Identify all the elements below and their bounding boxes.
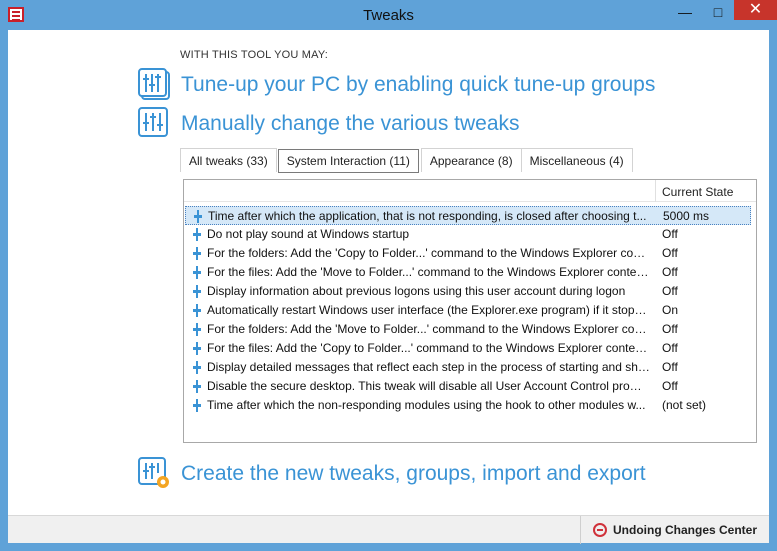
table-row[interactable]: For the folders: Add the 'Copy to Folder… [185, 244, 751, 263]
tweak-state: On [662, 303, 679, 317]
table-row[interactable]: Time after which the application, that i… [185, 206, 751, 225]
tweak-icon [193, 380, 202, 393]
tweak-state: (not set) [662, 398, 707, 412]
tuneup-groups-icon [138, 68, 171, 101]
table-row[interactable]: Do not play sound at Windows startup Off [185, 225, 751, 244]
list-header: Current State [184, 180, 756, 202]
tweak-name: Display information about previous logon… [207, 284, 626, 298]
table-row[interactable]: Automatically restart Windows user inter… [185, 301, 751, 320]
tweaks-window: Tweaks — □ ✕ WITH THIS TOOL YOU MAY: Tun… [0, 0, 777, 551]
tweak-state: Off [662, 322, 678, 336]
table-row[interactable]: Display detailed messages that reflect e… [185, 358, 751, 377]
create-tweaks-label[interactable]: Create the new tweaks, groups, import an… [181, 462, 646, 486]
undoing-changes-center-label: Undoing Changes Center [613, 523, 758, 537]
tab-appearance[interactable]: Appearance (8) [420, 148, 522, 172]
tweak-icon [193, 304, 202, 317]
tweak-state: Off [662, 341, 678, 355]
tweak-icon [193, 285, 202, 298]
tweak-state: 5000 ms [663, 209, 710, 223]
manual-tweaks-label[interactable]: Manually change the various tweaks [181, 112, 520, 136]
tweak-state: Off [662, 284, 678, 298]
tweak-icon [193, 228, 202, 241]
table-row[interactable]: For the files: Add the 'Copy to Folder..… [185, 339, 751, 358]
tuneup-groups-link[interactable]: Tune-up your PC by enabling quick tune-u… [138, 68, 655, 101]
title-bar[interactable]: Tweaks — □ ✕ [0, 0, 777, 30]
undo-icon [593, 523, 607, 537]
window-title: Tweaks [363, 7, 414, 24]
undoing-changes-center-button[interactable]: Undoing Changes Center [580, 516, 769, 544]
intro-heading: WITH THIS TOOL YOU MAY: [180, 49, 329, 61]
category-tabs: All tweaks (33) System Interaction (11) … [180, 148, 633, 174]
tweak-icon [193, 342, 202, 355]
sliders-icon [138, 107, 171, 140]
tweak-name: For the files: Add the 'Move to Folder..… [207, 265, 651, 279]
tab-miscellaneous[interactable]: Miscellaneous (4) [520, 148, 633, 172]
table-row[interactable]: Disable the secure desktop. This tweak w… [185, 377, 751, 396]
tweak-icon [193, 247, 202, 260]
tweak-icon [193, 266, 202, 279]
close-button[interactable]: ✕ [734, 0, 777, 20]
tweak-name: For the folders: Add the 'Move to Folder… [207, 322, 651, 336]
tab-all-tweaks[interactable]: All tweaks (33) [180, 148, 277, 172]
tweak-name: Disable the secure desktop. This tweak w… [207, 379, 651, 393]
tweak-state: Off [662, 379, 678, 393]
column-header-current-state[interactable]: Current State [662, 185, 733, 199]
minimize-button[interactable]: — [672, 2, 698, 24]
create-tweaks-link[interactable]: Create the new tweaks, groups, import an… [138, 457, 646, 490]
tweak-icon [194, 210, 203, 223]
tweak-state: Off [662, 265, 678, 279]
table-row[interactable]: For the files: Add the 'Move to Folder..… [185, 263, 751, 282]
tweak-name: For the folders: Add the 'Copy to Folder… [207, 246, 651, 260]
tweaks-list[interactable]: Current State Time after which the appli… [183, 179, 757, 443]
tweak-name: Time after which the non-responding modu… [207, 398, 646, 412]
table-row[interactable]: Time after which the non-responding modu… [185, 396, 751, 415]
tweak-state: Off [662, 360, 678, 374]
maximize-button[interactable]: □ [705, 2, 731, 24]
main-content: WITH THIS TOOL YOU MAY: Tune-up your PC … [8, 30, 769, 515]
tweak-state: Off [662, 246, 678, 260]
table-row[interactable]: Display information about previous logon… [185, 282, 751, 301]
tweak-name: For the files: Add the 'Copy to Folder..… [207, 341, 651, 355]
column-divider[interactable] [655, 180, 656, 202]
tweak-icon [193, 399, 202, 412]
manual-tweaks-link[interactable]: Manually change the various tweaks [138, 107, 520, 140]
tweak-name: Display detailed messages that reflect e… [207, 360, 651, 374]
status-bar: Undoing Changes Center [8, 515, 769, 544]
tuneup-groups-label[interactable]: Tune-up your PC by enabling quick tune-u… [181, 73, 655, 97]
tweak-name: Do not play sound at Windows startup [207, 227, 410, 241]
tweak-state: Off [662, 227, 678, 241]
tweak-name: Time after which the application, that i… [208, 209, 647, 223]
tab-system-interaction[interactable]: System Interaction (11) [277, 149, 419, 173]
table-row[interactable]: For the folders: Add the 'Move to Folder… [185, 320, 751, 339]
tweak-name: Automatically restart Windows user inter… [207, 303, 651, 317]
tweak-icon [193, 323, 202, 336]
tweak-icon [193, 361, 202, 374]
sliders-gear-icon [138, 457, 171, 490]
